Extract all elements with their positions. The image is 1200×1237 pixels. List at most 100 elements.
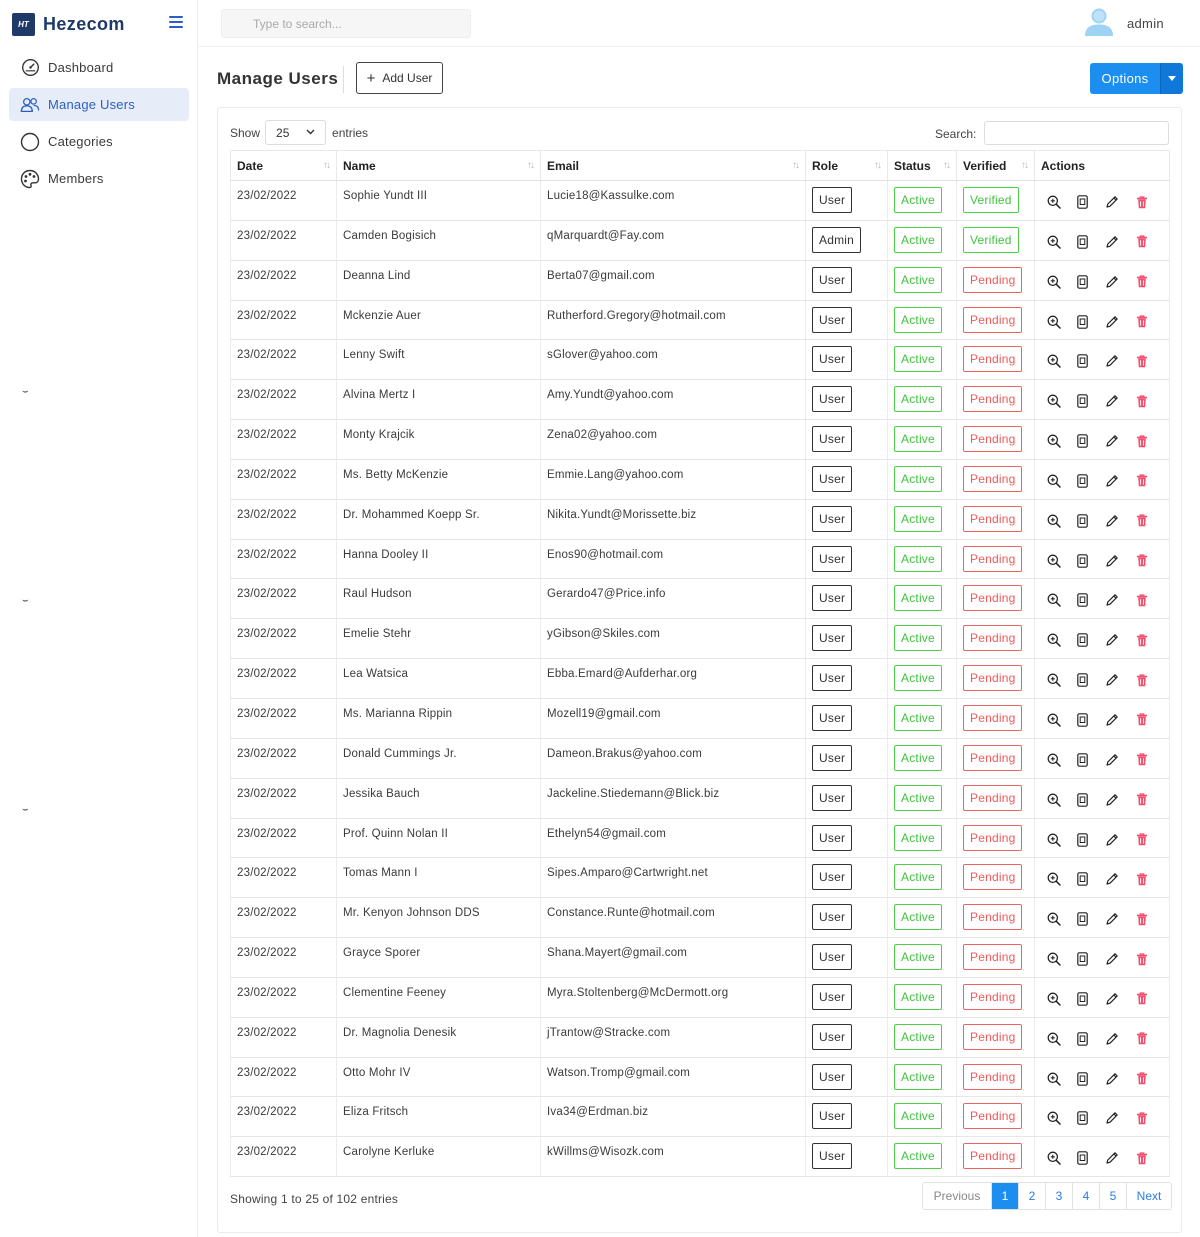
document-icon[interactable] bbox=[1067, 473, 1097, 489]
trash-icon[interactable] bbox=[1127, 712, 1157, 728]
page-length-select[interactable]: 25 bbox=[265, 120, 327, 145]
table-row[interactable]: 23/02/2022 Prof. Quinn Nolan II Ethelyn54@… bbox=[230, 818, 1170, 859]
zoom-in-icon[interactable] bbox=[1041, 871, 1067, 887]
trash-icon[interactable] bbox=[1127, 433, 1157, 449]
pencil-icon[interactable] bbox=[1097, 592, 1127, 608]
trash-icon[interactable] bbox=[1127, 314, 1157, 330]
table-row[interactable]: 23/02/2022 Jessika Bauch Jackeline.Stiedem… bbox=[230, 778, 1170, 819]
table-row[interactable]: 23/02/2022 Eliza Fritsch Iva34@Erdman.biz U… bbox=[230, 1096, 1170, 1138]
document-icon[interactable] bbox=[1067, 832, 1097, 848]
trash-icon[interactable] bbox=[1127, 1150, 1157, 1166]
document-icon[interactable] bbox=[1067, 393, 1097, 409]
document-icon[interactable] bbox=[1067, 1150, 1097, 1166]
zoom-in-icon[interactable] bbox=[1041, 752, 1067, 768]
avatar[interactable] bbox=[1082, 6, 1116, 36]
table-row[interactable]: 23/02/2022 Mr. Kenyon Johnson DDS Constanc… bbox=[230, 897, 1170, 939]
page-button[interactable]: 3 bbox=[1045, 1183, 1072, 1209]
table-row[interactable]: 23/02/2022 Donald Cummings Jr. Dameon.Brak… bbox=[230, 738, 1170, 779]
table-row[interactable]: 23/02/2022 Raul Hudson Gerardo47@Price.inf… bbox=[230, 578, 1170, 620]
brand[interactable]: HT Hezecom bbox=[12, 11, 125, 37]
table-row[interactable]: 23/02/2022 Alvina Mertz I Amy.Yundt@yahoo.… bbox=[230, 379, 1170, 421]
trash-icon[interactable] bbox=[1127, 871, 1157, 887]
zoom-in-icon[interactable] bbox=[1041, 592, 1067, 608]
sidebar-item-members[interactable]: Members bbox=[9, 162, 189, 195]
document-icon[interactable] bbox=[1067, 672, 1097, 688]
zoom-in-icon[interactable] bbox=[1041, 832, 1067, 848]
pencil-icon[interactable] bbox=[1097, 871, 1127, 887]
pencil-icon[interactable] bbox=[1097, 473, 1127, 489]
pencil-icon[interactable] bbox=[1097, 513, 1127, 529]
zoom-in-icon[interactable] bbox=[1041, 274, 1067, 290]
table-row[interactable]: 23/02/2022 Monty Krajcik Zena02@yahoo.com U… bbox=[230, 419, 1170, 460]
table-search-input[interactable] bbox=[984, 121, 1169, 145]
zoom-in-icon[interactable] bbox=[1041, 234, 1067, 250]
pencil-icon[interactable] bbox=[1097, 353, 1127, 369]
table-row[interactable]: 23/02/2022 Lea Watsica Ebba.Emard@Aufderha… bbox=[230, 658, 1170, 699]
table-row[interactable]: 23/02/2022 Emelie Stehr yGibson@Skiles.com… bbox=[230, 618, 1170, 660]
table-row[interactable]: 23/02/2022 Grayce Sporer Shana.Mayert@gmai… bbox=[230, 937, 1170, 978]
document-icon[interactable] bbox=[1067, 951, 1097, 967]
trash-icon[interactable] bbox=[1127, 393, 1157, 409]
pencil-icon[interactable] bbox=[1097, 1150, 1127, 1166]
document-icon[interactable] bbox=[1067, 991, 1097, 1007]
page-button[interactable]: 4 bbox=[1072, 1183, 1099, 1209]
table-row[interactable]: 23/02/2022 Mckenzie Auer Rutherford.Gregor… bbox=[230, 300, 1170, 341]
pencil-icon[interactable] bbox=[1097, 274, 1127, 290]
global-search-input[interactable] bbox=[221, 9, 471, 38]
trash-icon[interactable] bbox=[1127, 274, 1157, 290]
table-row[interactable]: 23/02/2022 Dr. Mohammed Koepp Sr. Nikita.Y… bbox=[230, 499, 1170, 540]
trash-icon[interactable] bbox=[1127, 792, 1157, 808]
trash-icon[interactable] bbox=[1127, 234, 1157, 250]
trash-icon[interactable] bbox=[1127, 752, 1157, 768]
page-button[interactable]: 2 bbox=[1018, 1183, 1045, 1209]
pencil-icon[interactable] bbox=[1097, 314, 1127, 330]
table-row[interactable]: 23/02/2022 Clementine Feeney Myra.Stoltenb… bbox=[230, 977, 1170, 1018]
pencil-icon[interactable] bbox=[1097, 433, 1127, 449]
trash-icon[interactable] bbox=[1127, 832, 1157, 848]
add-user-button[interactable]: + Add User bbox=[356, 62, 443, 94]
column-header-role[interactable]: Role ↑↓ bbox=[805, 150, 888, 181]
zoom-in-icon[interactable] bbox=[1041, 553, 1067, 569]
next-page-button[interactable]: Next bbox=[1126, 1183, 1171, 1209]
trash-icon[interactable] bbox=[1127, 1031, 1157, 1047]
page-button[interactable]: 5 bbox=[1099, 1183, 1126, 1209]
pencil-icon[interactable] bbox=[1097, 951, 1127, 967]
pencil-icon[interactable] bbox=[1097, 194, 1127, 210]
page-button[interactable]: 1 bbox=[991, 1183, 1018, 1209]
zoom-in-icon[interactable] bbox=[1041, 951, 1067, 967]
document-icon[interactable] bbox=[1067, 553, 1097, 569]
zoom-in-icon[interactable] bbox=[1041, 911, 1067, 927]
document-icon[interactable] bbox=[1067, 234, 1097, 250]
sidebar-item-categories[interactable]: Categories bbox=[9, 125, 189, 158]
trash-icon[interactable] bbox=[1127, 632, 1157, 648]
table-row[interactable]: 23/02/2022 Otto Mohr IV Watson.Tromp@gmail… bbox=[230, 1057, 1170, 1098]
pencil-icon[interactable] bbox=[1097, 1031, 1127, 1047]
menu-toggle-icon[interactable] bbox=[169, 16, 183, 28]
pencil-icon[interactable] bbox=[1097, 632, 1127, 648]
trash-icon[interactable] bbox=[1127, 991, 1157, 1007]
zoom-in-icon[interactable] bbox=[1041, 712, 1067, 728]
document-icon[interactable] bbox=[1067, 1071, 1097, 1087]
pencil-icon[interactable] bbox=[1097, 712, 1127, 728]
table-row[interactable]: 23/02/2022 Tomas Mann I Sipes.Amparo@Cartw… bbox=[230, 857, 1170, 899]
pencil-icon[interactable] bbox=[1097, 832, 1127, 848]
table-row[interactable]: 23/02/2022 Ms. Marianna Rippin Mozell19@gm… bbox=[230, 698, 1170, 739]
zoom-in-icon[interactable] bbox=[1041, 1071, 1067, 1087]
options-button[interactable]: Options bbox=[1090, 63, 1160, 94]
column-header-name[interactable]: Name ↑↓ bbox=[336, 150, 541, 181]
trash-icon[interactable] bbox=[1127, 194, 1157, 210]
zoom-in-icon[interactable] bbox=[1041, 194, 1067, 210]
pencil-icon[interactable] bbox=[1097, 1071, 1127, 1087]
pencil-icon[interactable] bbox=[1097, 792, 1127, 808]
pencil-icon[interactable] bbox=[1097, 234, 1127, 250]
zoom-in-icon[interactable] bbox=[1041, 314, 1067, 330]
trash-icon[interactable] bbox=[1127, 553, 1157, 569]
document-icon[interactable] bbox=[1067, 752, 1097, 768]
zoom-in-icon[interactable] bbox=[1041, 433, 1067, 449]
document-icon[interactable] bbox=[1067, 1031, 1097, 1047]
trash-icon[interactable] bbox=[1127, 951, 1157, 967]
trash-icon[interactable] bbox=[1127, 1110, 1157, 1126]
sidebar-item-manage-users[interactable]: Manage Users bbox=[9, 88, 189, 121]
zoom-in-icon[interactable] bbox=[1041, 1150, 1067, 1166]
pencil-icon[interactable] bbox=[1097, 991, 1127, 1007]
